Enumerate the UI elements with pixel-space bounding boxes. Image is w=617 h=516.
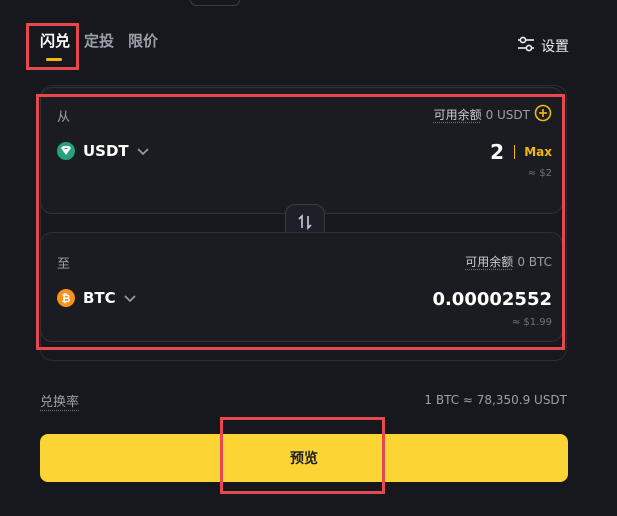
to-balance: 可用余额 0 BTC: [465, 253, 552, 270]
to-balance-label[interactable]: 可用余额: [465, 253, 513, 270]
from-coin-symbol: USDT: [83, 142, 129, 160]
sliders-icon: [517, 36, 535, 56]
top-element-fragment: [190, 0, 240, 6]
to-label: 至: [57, 257, 71, 272]
to-amount: 0.00002552: [432, 289, 552, 310]
preview-button[interactable]: 预览: [40, 434, 568, 482]
max-button[interactable]: Max: [524, 145, 552, 159]
from-balance: 可用余额 0 USDT: [434, 104, 552, 125]
to-coin-selector[interactable]: ₿ BTC: [57, 289, 136, 307]
usdt-icon: [57, 142, 75, 160]
from-amount-input[interactable]: 2: [490, 140, 504, 164]
from-coin-selector[interactable]: USDT: [57, 142, 149, 160]
settings-label: 设置: [541, 39, 569, 55]
from-approx-value: ≈ $2: [527, 168, 552, 179]
to-coin-symbol: BTC: [83, 289, 116, 307]
trade-mode-tabs: 闪兑 定投 限价: [40, 30, 158, 61]
to-approx-value: ≈ $1.99: [511, 317, 552, 328]
chevron-down-icon: [124, 289, 136, 307]
to-balance-value: 0 BTC: [517, 254, 552, 269]
add-funds-icon[interactable]: [534, 104, 552, 125]
from-box: 从 可用余额 0 USDT USDT 2 Max ≈ $2: [40, 87, 563, 214]
exchange-rate-value: 1 BTC ≈ 78,350.9 USDT: [424, 393, 567, 407]
tab-recurring[interactable]: 定投: [84, 30, 114, 61]
exchange-rate-label[interactable]: 兑换率: [40, 391, 79, 410]
settings-button[interactable]: 设置: [517, 36, 569, 56]
chevron-down-icon: [137, 142, 149, 160]
from-balance-value: 0 USDT: [485, 107, 530, 122]
from-label: 从: [57, 110, 71, 125]
btc-icon: ₿: [57, 289, 75, 307]
to-box: 至 可用余额 0 BTC ₿ BTC 0.00002552 ≈ $1.99: [40, 232, 563, 342]
tab-flash-convert[interactable]: 闪兑: [40, 30, 70, 61]
tab-limit[interactable]: 限价: [128, 30, 158, 61]
from-balance-label[interactable]: 可用余额: [434, 106, 482, 123]
input-divider: [514, 145, 515, 159]
